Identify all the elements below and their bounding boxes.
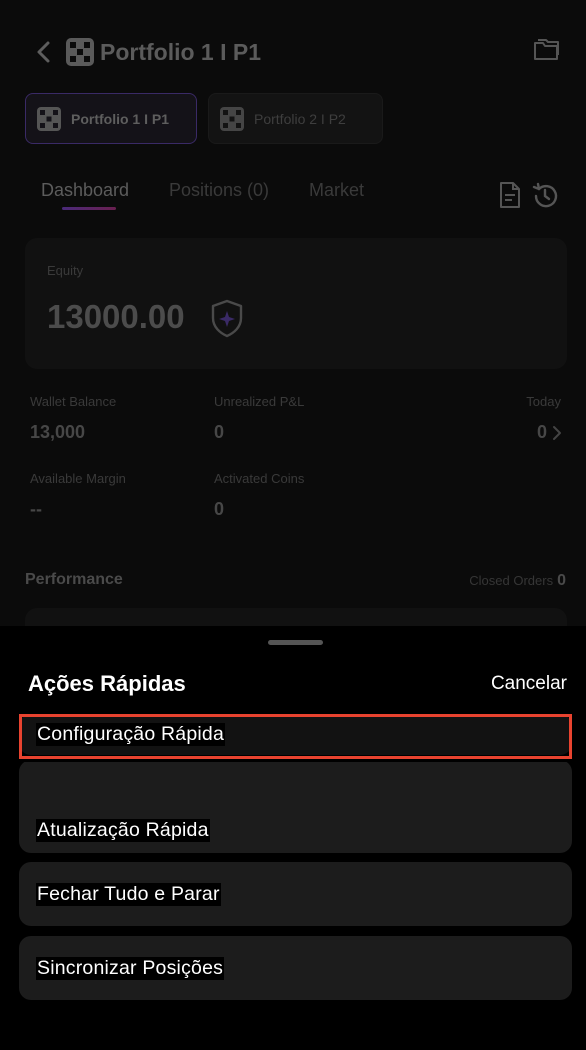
tab-market[interactable]: Market bbox=[309, 180, 364, 201]
today-label: Today bbox=[526, 394, 561, 409]
shield-icon[interactable] bbox=[209, 298, 245, 338]
sheet-title: Ações Rápidas bbox=[28, 671, 186, 696]
action-label: Atualização Rápida bbox=[36, 819, 210, 842]
closed-orders-label: Closed Orders bbox=[469, 573, 554, 588]
folder-icon[interactable] bbox=[532, 36, 560, 62]
available-margin-value: -- bbox=[30, 499, 42, 519]
closed-orders-value: 0 bbox=[557, 572, 566, 589]
action-label: Configuração Rápida bbox=[36, 723, 226, 746]
dashboard-page: Portfolio 1 I P1 Portfolio 1 I P1 Portfo… bbox=[0, 0, 586, 626]
quick-actions-sheet: Ações Rápidas Cancelar Configuração Rápi… bbox=[0, 626, 586, 1050]
portfolio-tab-label: Portfolio 1 I P1 bbox=[71, 110, 170, 127]
action-close-all-stop[interactable]: Fechar Tudo e Parar bbox=[19, 862, 572, 926]
portfolio-logo-icon bbox=[66, 38, 94, 66]
tab-dashboard[interactable]: Dashboard bbox=[41, 180, 129, 201]
chevron-right-icon[interactable] bbox=[551, 424, 563, 442]
action-label: Fechar Tudo e Parar bbox=[36, 883, 221, 906]
portfolio-tab-1[interactable]: Portfolio 1 I P1 bbox=[25, 93, 197, 144]
equity-label: Equity bbox=[47, 263, 84, 278]
chevron-left-icon[interactable] bbox=[30, 38, 58, 66]
closed-orders: Closed Orders 0 bbox=[469, 572, 566, 590]
wallet-balance-label: Wallet Balance bbox=[30, 394, 117, 409]
cancel-button[interactable]: Cancelar bbox=[491, 673, 567, 695]
portfolio-tab-2[interactable]: Portfolio 2 I P2 bbox=[208, 93, 383, 144]
nav-tabs: Dashboard Positions (0) Market bbox=[41, 180, 586, 216]
portfolio-logo-icon bbox=[220, 106, 244, 131]
available-margin-label: Available Margin bbox=[30, 471, 126, 486]
page-title: Portfolio 1 I P1 bbox=[100, 39, 262, 65]
action-quick-update[interactable]: Atualização Rápida bbox=[19, 760, 572, 853]
sheet-drag-handle[interactable] bbox=[268, 640, 323, 645]
action-sync-positions[interactable]: Sincronizar Posições bbox=[19, 936, 572, 1000]
activated-coins-value: 0 bbox=[214, 499, 225, 519]
activated-coins-label: Activated Coins bbox=[214, 471, 305, 486]
performance-title: Performance bbox=[25, 571, 123, 588]
action-quick-config[interactable]: Configuração Rápida bbox=[19, 714, 572, 755]
history-icon[interactable] bbox=[531, 182, 559, 210]
active-tab-indicator bbox=[62, 207, 116, 210]
portfolio-tab-label: Portfolio 2 I P2 bbox=[254, 110, 346, 127]
stats-grid: Wallet Balance 13,000 Unrealized P&L 0 T… bbox=[0, 392, 586, 532]
today-value[interactable]: 0 bbox=[537, 422, 547, 443]
unrealized-pnl-label: Unrealized P&L bbox=[214, 394, 305, 409]
equity-card: Equity 13000.00 bbox=[25, 238, 567, 369]
performance-card bbox=[25, 608, 567, 626]
unrealized-pnl-value: 0 bbox=[214, 422, 225, 442]
divider bbox=[19, 760, 572, 762]
equity-value: 13000.00 bbox=[47, 298, 185, 335]
wallet-balance-value: 13,000 bbox=[30, 422, 86, 442]
action-label: Sincronizar Posições bbox=[36, 957, 225, 980]
tab-positions[interactable]: Positions (0) bbox=[169, 180, 269, 201]
portfolio-logo-icon bbox=[37, 106, 61, 131]
document-icon[interactable] bbox=[498, 181, 522, 209]
header: Portfolio 1 I P1 bbox=[0, 30, 586, 76]
